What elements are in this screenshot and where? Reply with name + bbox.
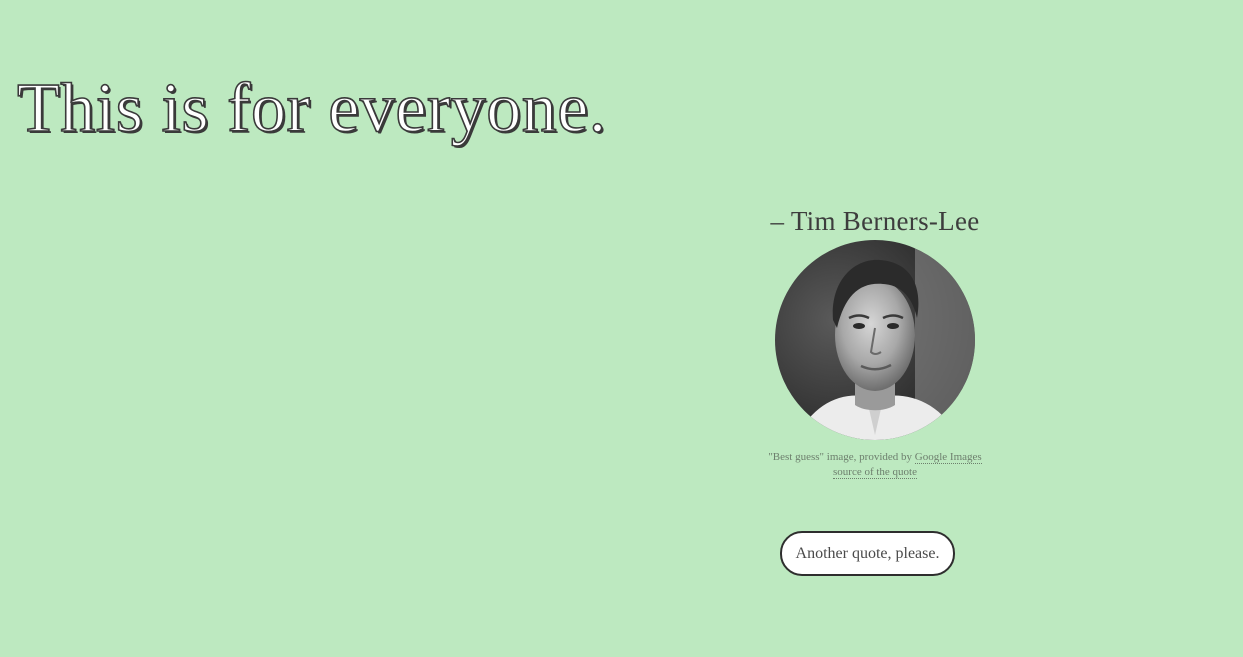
attribution-block: – Tim Berners-Lee "Best guess" image, pr… xyxy=(750,204,1000,480)
google-images-link[interactable]: Google Images xyxy=(914,451,982,464)
author-portrait xyxy=(775,240,975,440)
image-credit: "Best guess" image, provided by Google I… xyxy=(750,450,1000,480)
quote-text: This is for everyone. xyxy=(16,69,607,148)
quote-source-link[interactable]: source of the quote xyxy=(833,466,917,479)
another-quote-button[interactable]: Another quote, please. xyxy=(780,531,955,576)
portrait-image xyxy=(775,240,975,440)
credit-prefix: "Best guess" image, provided by xyxy=(768,451,915,463)
quote-author: – Tim Berners-Lee xyxy=(770,206,980,236)
